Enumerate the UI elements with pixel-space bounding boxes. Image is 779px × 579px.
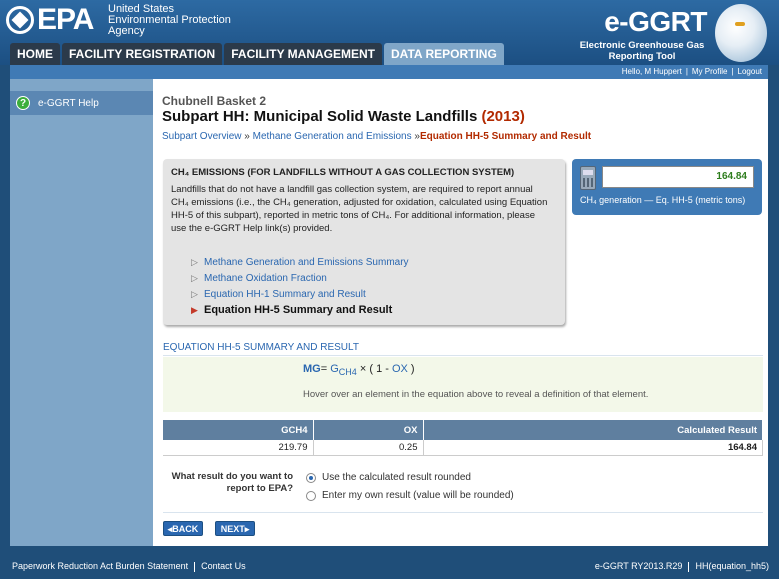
info-box: CH₄ EMISSIONS (FOR LANDFILLS WITHOUT A G… (163, 159, 565, 325)
equation: MG= GCH4 × ( 1 - OX ) (303, 363, 415, 377)
link-equation-hh1-summary[interactable]: ▷ Equation HH-1 Summary and Result (191, 286, 409, 302)
user-bar: Hello, M Huppert | My Profile | Logout (10, 65, 768, 79)
breadcrumb-methane-generation[interactable]: Methane Generation and Emissions (253, 131, 412, 142)
brand-title: e-GGRT (604, 6, 707, 37)
footer-right: e-GGRT RY2013.R29 HH(equation_hh5) (595, 553, 769, 579)
breadcrumb-subpart-overview[interactable]: Subpart Overview (162, 131, 241, 142)
separator (194, 561, 196, 572)
link-methane-oxidation-fraction[interactable]: ▷ Methane Oxidation Fraction (191, 270, 409, 286)
gch4-subscript: CH4 (338, 367, 357, 378)
arrow-right-icon: ▷ (191, 289, 198, 299)
link-label: Methane Generation and Emissions Summary (204, 256, 409, 268)
tab-home[interactable]: HOME (10, 43, 60, 65)
footer-left: Paperwork Reduction Act Burden Statement… (12, 553, 246, 579)
page-id-label: HH(equation_hh5) (695, 561, 769, 571)
separator: | (685, 67, 688, 76)
equation-band: MG= GCH4 × ( 1 - OX ) Hover over an elem… (163, 357, 763, 412)
arrow-right-icon: ▷ (191, 273, 198, 283)
back-button[interactable]: ◂BACK (163, 521, 203, 536)
radio-label: Use the calculated result rounded (322, 472, 471, 483)
equation-equals: = (320, 363, 328, 375)
main-nav: HOME FACILITY REGISTRATION FACILITY MANA… (10, 43, 506, 65)
table-cell-gch4: 219.79 (163, 440, 314, 456)
table-header-gch4: GCH4 (163, 420, 314, 440)
breadcrumb-separator: » (244, 131, 250, 142)
link-methane-generation-summary[interactable]: ▷ Methane Generation and Emissions Summa… (191, 254, 409, 270)
epa-flower-icon (6, 6, 34, 34)
table-header-calculated-result: Calculated Result (423, 420, 763, 440)
equation-term-ox[interactable]: OX (392, 363, 408, 375)
agency-name: United States Environmental Protection A… (108, 4, 231, 37)
question-icon: ? (16, 96, 30, 110)
current-arrow-icon: ▶ (191, 305, 198, 315)
reporting-year: (2013) (481, 108, 525, 125)
separator (688, 561, 690, 572)
sidebar: ? e-GGRT Help (10, 79, 153, 546)
sidebar-item-help[interactable]: ? e-GGRT Help (10, 91, 153, 115)
tab-facility-management[interactable]: FACILITY MANAGEMENT (224, 43, 383, 65)
next-button[interactable]: NEXT▸ (215, 521, 255, 536)
related-links: ▷ Methane Generation and Emissions Summa… (191, 254, 409, 318)
table-row: 219.79 0.25 164.84 (163, 440, 763, 456)
equation-term-mg[interactable]: MG (303, 363, 321, 375)
separator: | (731, 67, 734, 76)
radio-label: Enter my own result (value will be round… (322, 490, 514, 501)
link-label: Equation HH-5 Summary and Result (204, 304, 393, 316)
logout-link[interactable]: Logout (738, 67, 762, 76)
table-cell-result: 164.84 (423, 440, 763, 456)
egret-icon (715, 4, 767, 62)
user-greeting: Hello, M Huppert (621, 67, 682, 76)
table-header-row: GCH4 OX Calculated Result (163, 420, 763, 440)
brand-subtitle: Electronic Greenhouse Gas Reporting Tool (577, 40, 707, 62)
results-table: GCH4 OX Calculated Result 219.79 0.25 16… (163, 420, 763, 456)
calculator-icon (580, 166, 596, 190)
epa-logo[interactable]: EPA (6, 3, 94, 36)
help-label: e-GGRT Help (38, 97, 99, 109)
contact-us-link[interactable]: Contact Us (201, 561, 246, 571)
tab-data-reporting[interactable]: DATA REPORTING (384, 43, 504, 65)
main-content: Chubnell Basket 2 Subpart HH: Municipal … (153, 79, 768, 546)
result-label: CH₄ generation — Eq. HH-5 (metric tons) (580, 195, 746, 205)
link-equation-hh5-summary: ▶ Equation HH-5 Summary and Result (191, 302, 409, 318)
hover-hint: Hover over an element in the equation ab… (303, 389, 649, 400)
page-title-text: Subpart HH: Municipal Solid Waste Landfi… (162, 108, 478, 125)
brand-sub-line-1: Electronic Greenhouse Gas (579, 40, 705, 51)
agency-line-3: Agency (108, 25, 145, 37)
info-text: Landfills that do not have a landfill ga… (171, 184, 548, 234)
result-card: 164.84 CH₄ generation — Eq. HH-5 (metric… (572, 159, 762, 215)
radio-use-calculated[interactable]: Use the calculated result rounded (306, 472, 471, 483)
gch4-symbol: G (330, 363, 339, 375)
version-label: e-GGRT RY2013.R29 (594, 561, 683, 571)
link-label: Equation HH-1 Summary and Result (204, 288, 366, 300)
equation-operator: × ( 1 - (359, 363, 392, 375)
page-title: Subpart HH: Municipal Solid Waste Landfi… (162, 108, 525, 125)
info-title: CH₄ EMISSIONS (FOR LANDFILLS WITHOUT A G… (171, 167, 515, 178)
equation-term-gch4[interactable]: GCH4 (330, 363, 357, 378)
link-label: Methane Oxidation Fraction (204, 272, 327, 284)
my-profile-link[interactable]: My Profile (692, 67, 728, 76)
equation-section-heading: EQUATION HH-5 SUMMARY AND RESULT (163, 342, 763, 356)
radio-button-checked[interactable] (306, 472, 316, 483)
table-cell-ox: 0.25 (313, 440, 424, 456)
header: EPA United States Environmental Protecti… (0, 0, 779, 65)
epa-logo-text: EPA (37, 3, 94, 36)
radio-button[interactable] (306, 490, 316, 501)
brand-sub-line-2: Reporting Tool (608, 51, 676, 62)
arrow-right-icon: ▷ (191, 257, 198, 267)
footer: Paperwork Reduction Act Burden Statement… (0, 553, 779, 579)
result-value: 164.84 (602, 166, 754, 188)
breadcrumb-current: Equation HH-5 Summary and Result (419, 131, 592, 142)
facility-name: Chubnell Basket 2 (162, 94, 267, 108)
eggrt-brand: e-GGRT Electronic Greenhouse Gas Reporti… (577, 4, 767, 64)
tab-facility-registration[interactable]: FACILITY REGISTRATION (62, 43, 223, 65)
breadcrumb: Subpart Overview » Methane Generation an… (162, 131, 591, 142)
table-header-ox: OX (313, 420, 424, 440)
equation-close: ) (407, 363, 415, 375)
paperwork-reduction-link[interactable]: Paperwork Reduction Act Burden Statement (12, 561, 188, 571)
report-question: What result do you want to report to EPA… (171, 471, 293, 494)
divider (163, 512, 763, 513)
radio-enter-own[interactable]: Enter my own result (value will be round… (306, 490, 514, 501)
